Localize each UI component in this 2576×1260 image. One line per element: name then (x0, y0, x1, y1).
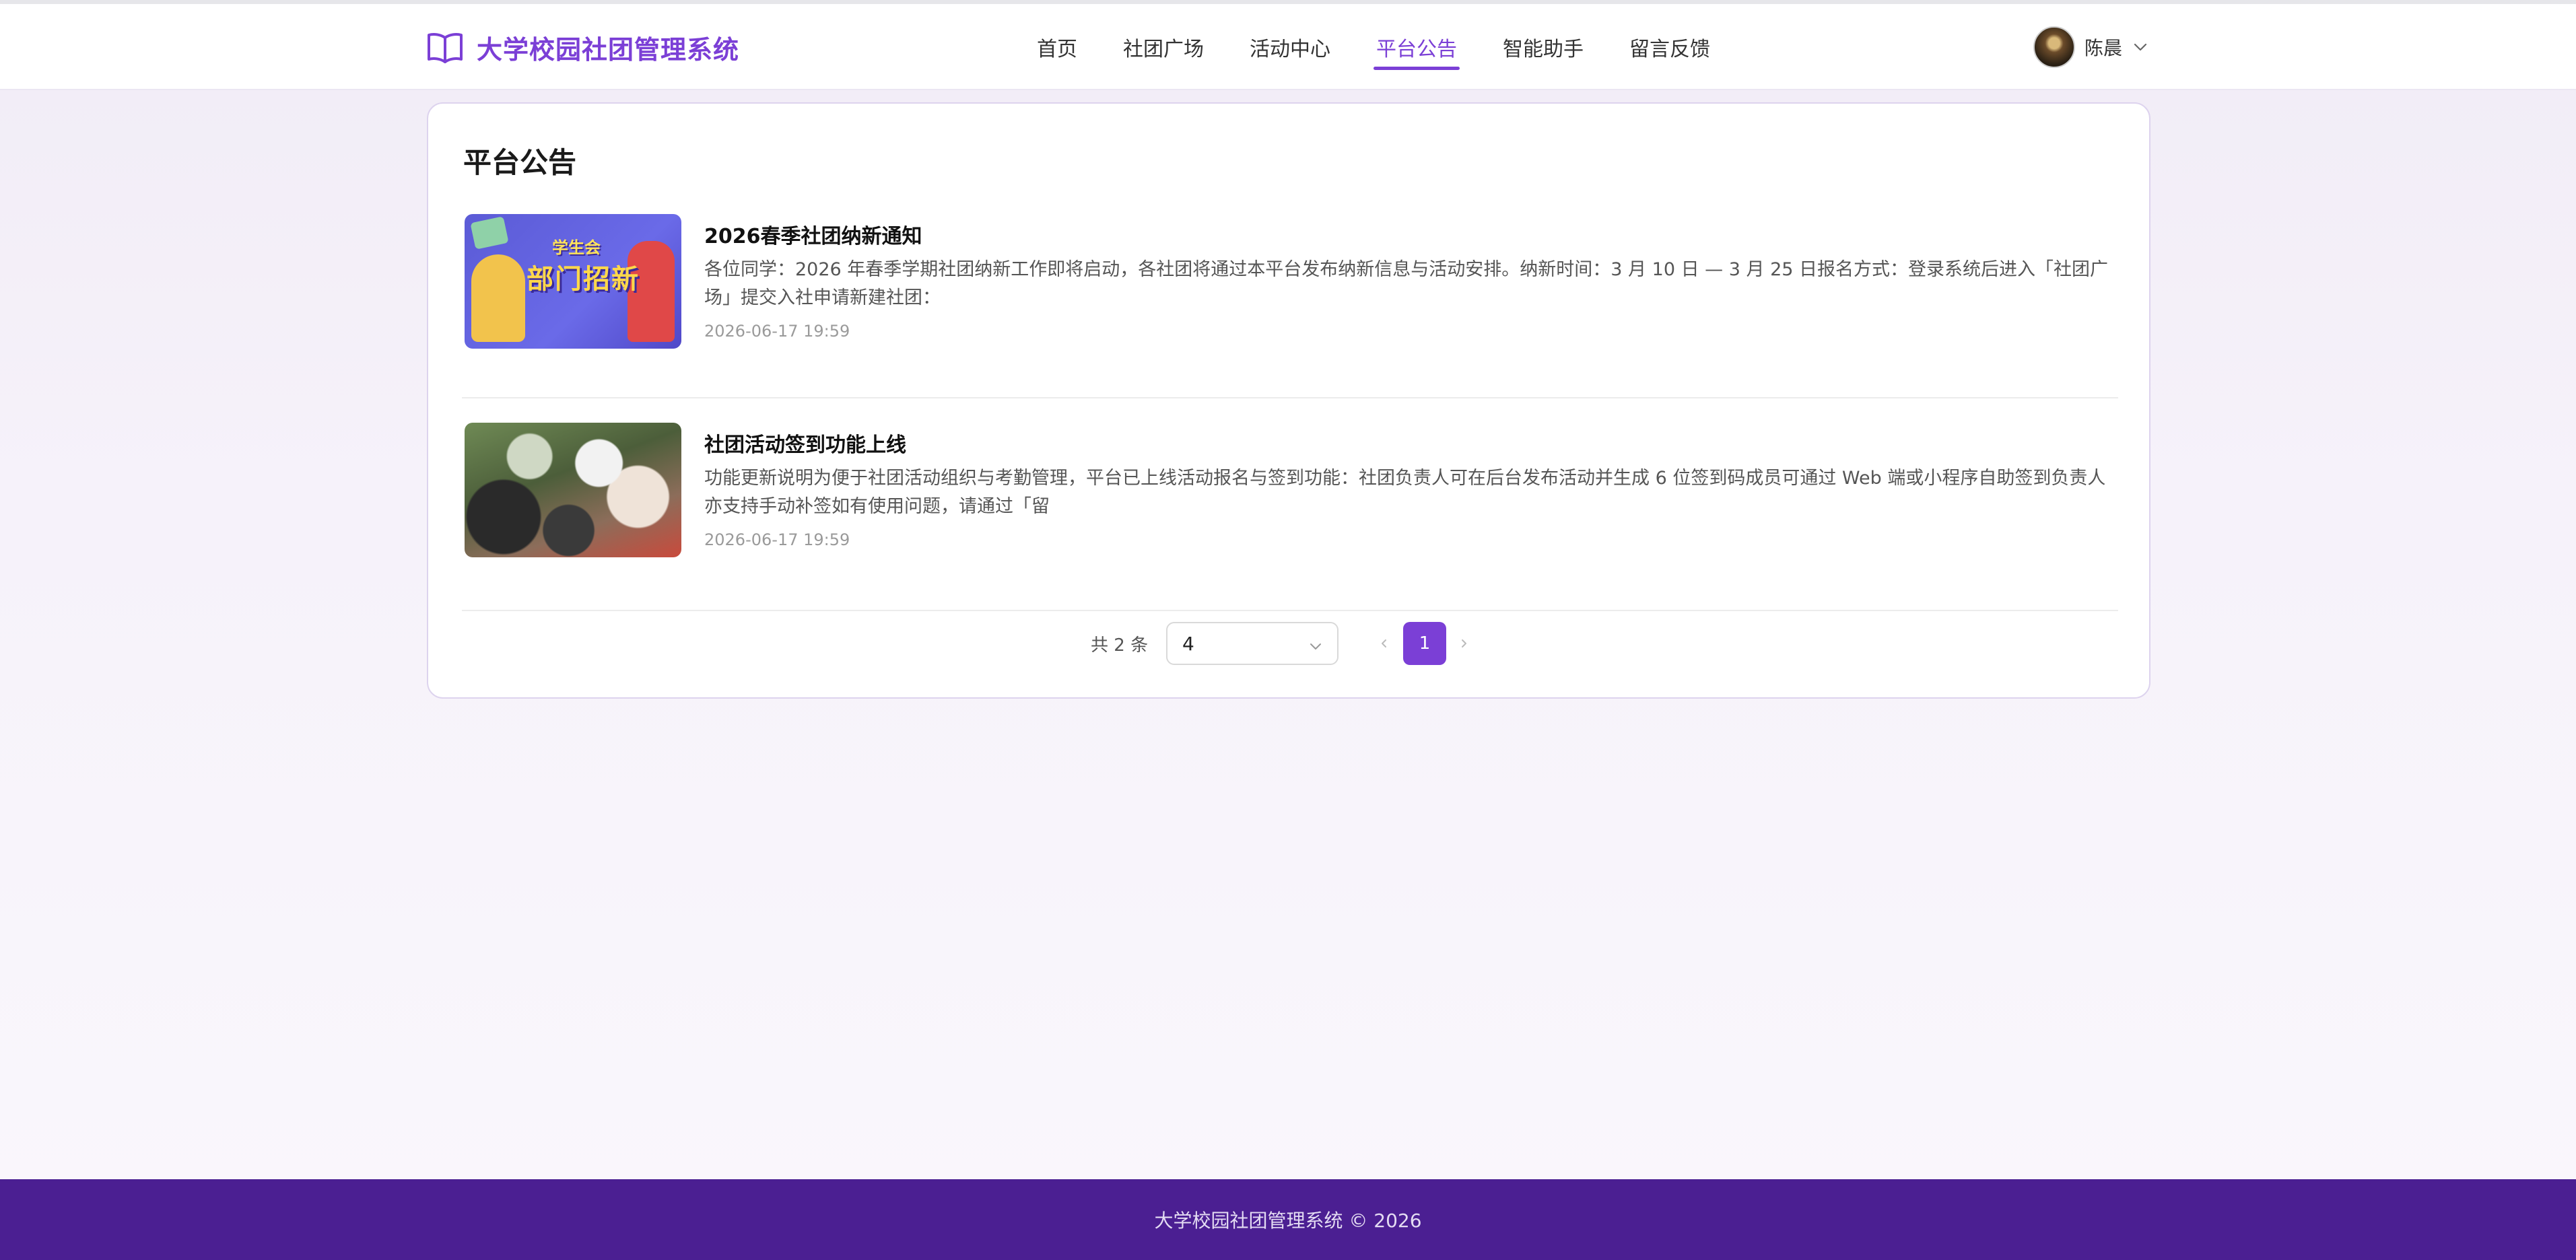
list-item[interactable]: 社团活动签到功能上线 功能更新说明为便于社团活动组织与考勤管理，平台已上线活动报… (462, 398, 2118, 611)
book-icon (470, 216, 509, 250)
announcement-title[interactable]: 社团活动签到功能上线 (704, 428, 906, 458)
nav-item-assistant[interactable]: 智能助手 (1503, 4, 1584, 90)
thumbnail-headline: 部门招新 (527, 264, 640, 295)
thumbnail-caption: 学生会 (552, 238, 601, 257)
announcement-date: 2026-06-17 19:59 (704, 322, 850, 341)
nav-item-feedback[interactable]: 留言反馈 (1629, 4, 1710, 90)
avatar[interactable] (2033, 26, 2075, 68)
page-size-value: 4 (1182, 632, 1194, 655)
announcement-summary: 各位同学：2026 年春季学期社团纳新工作即将启动，各社团将通过本平台发布纳新信… (704, 259, 2109, 308)
main-nav: 首页 社团广场 活动中心 平台公告 智能助手 留言反馈 (1037, 4, 1756, 90)
chevron-right-icon (1462, 639, 1466, 648)
user-name[interactable]: 陈晨 (2084, 34, 2122, 61)
announcement-summary: 功能更新说明为便于社团活动组织与考勤管理，平台已上线活动报名与签到功能：社团负责… (704, 468, 2106, 517)
pagination: 共 2 条 4 1 (428, 622, 2152, 669)
user-menu[interactable]: 陈晨 (2033, 4, 2149, 90)
cartoon-figure (471, 254, 525, 342)
nav-item-activity-center[interactable]: 活动中心 (1250, 4, 1330, 90)
announcement-thumbnail[interactable]: 学生会 部门招新 (465, 214, 681, 349)
total-count: 共 2 条 (1091, 635, 1149, 656)
chevron-left-icon (1382, 639, 1386, 648)
page-button-current[interactable]: 1 (1403, 622, 1446, 665)
header: 大学校园社团管理系统 首页 社团广场 活动中心 平台公告 智能助手 留言反馈 陈… (0, 4, 2576, 90)
book-icon (427, 31, 463, 63)
footer-copyright: 大学校园社团管理系统 © 2026 (1154, 1210, 1422, 1232)
page-title: 平台公告 (463, 146, 577, 179)
announcement-list: 学生会 部门招新 2026春季社团纳新通知 各位同学：2026 年春季学期社团纳… (462, 214, 2118, 611)
brand[interactable]: 大学校园社团管理系统 (427, 4, 739, 90)
page-size-select[interactable]: 4 (1166, 622, 1338, 665)
chevron-down-icon[interactable] (2132, 38, 2149, 56)
app-title: 大学校园社团管理系统 (477, 34, 740, 65)
announcement-thumbnail[interactable] (465, 423, 681, 557)
footer: 大学校园社团管理系统 © 2026 (0, 1179, 2576, 1260)
nav-item-home[interactable]: 首页 (1037, 4, 1077, 90)
chevron-down-icon (1308, 637, 1324, 653)
list-item[interactable]: 学生会 部门招新 2026春季社团纳新通知 各位同学：2026 年春季学期社团纳… (462, 214, 2118, 398)
nav-item-announcements[interactable]: 平台公告 (1374, 4, 1460, 90)
announcement-card: 平台公告 学生会 部门招新 2026春季社团纳新通知 各位同学：2026 年春季… (427, 102, 2150, 699)
next-page-button[interactable] (1450, 622, 1477, 665)
nav-item-club-square[interactable]: 社团广场 (1123, 4, 1204, 90)
prev-page-button[interactable] (1371, 622, 1398, 665)
announcement-title[interactable]: 2026春季社团纳新通知 (704, 219, 922, 249)
announcement-date: 2026-06-17 19:59 (704, 530, 850, 549)
